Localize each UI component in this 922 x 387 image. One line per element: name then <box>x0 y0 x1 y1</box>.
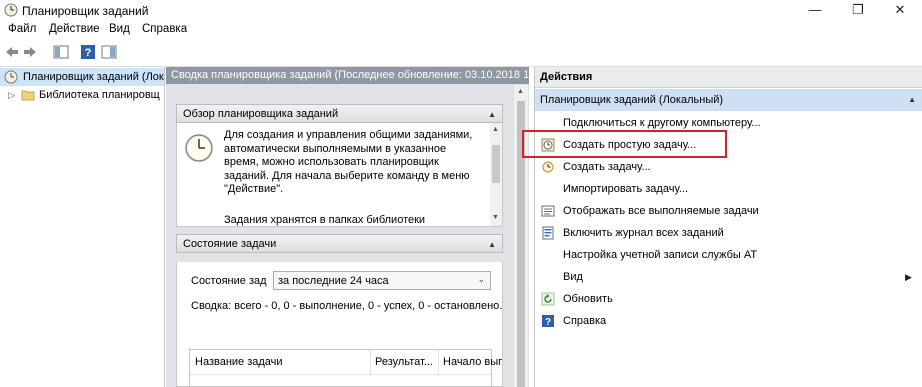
tree-item-label: Библиотека планировщ <box>39 89 160 101</box>
task-clock-icon <box>542 161 554 173</box>
task-status-section-header[interactable]: Состояние задачи ▲ <box>176 234 503 253</box>
restore-button[interactable]: ❐ <box>838 0 878 21</box>
action-at-service-account[interactable]: Настройка учетной записи службы AT <box>535 244 922 266</box>
running-tasks-icon <box>541 205 555 217</box>
action-label: Справка <box>563 315 607 327</box>
scroll-up-icon[interactable]: ▲ <box>492 126 499 133</box>
collapse-arrow-icon[interactable]: ▲ <box>488 105 496 124</box>
chevron-down-icon: ⌄ <box>477 274 485 284</box>
action-label: Включить журнал всех заданий <box>563 227 724 239</box>
scroll-up-icon[interactable]: ▲ <box>517 88 524 95</box>
section-title: Обзор планировщика заданий <box>183 108 339 120</box>
show-hide-tree-icon[interactable] <box>53 44 69 60</box>
overview-text-more: Задания хранятся в папках библиотеки <box>224 214 426 226</box>
menu-help[interactable]: Справка <box>142 23 187 35</box>
column-start-time[interactable]: Начало вып <box>443 356 502 368</box>
column-divider <box>370 350 371 374</box>
scrollbar-thumb[interactable] <box>492 145 500 183</box>
period-dropdown-value: за последние 24 часа <box>278 275 389 287</box>
collapse-arrow-icon[interactable]: ▲ <box>908 89 916 111</box>
log-icon <box>542 226 554 240</box>
highlight-box <box>522 130 727 158</box>
menu-action[interactable]: Действие <box>49 23 100 35</box>
clock-icon <box>4 70 18 84</box>
action-show-running-tasks[interactable]: Отображать все выполняемые задачи <box>535 200 922 222</box>
menu-view[interactable]: Вид <box>109 23 130 35</box>
overview-section-header[interactable]: Обзор планировщика заданий ▲ <box>176 104 503 123</box>
action-label: Создать задачу... <box>563 161 651 173</box>
menu-file[interactable]: Файл <box>8 23 36 35</box>
table-header-row: Название задачи Результат... Начало вып <box>190 350 502 375</box>
tree-item-label: Планировщик заданий (Локаль <box>23 71 164 83</box>
overview-section-body: Для создания и управления общими задания… <box>176 123 503 227</box>
action-label: Настройка учетной записи службы AT <box>563 249 758 261</box>
summary-pane: Сводка планировщика заданий (Последнее о… <box>166 67 529 387</box>
column-divider <box>438 350 439 374</box>
action-help[interactable]: ? Справка <box>535 310 922 332</box>
collapse-arrow-icon[interactable]: ▲ <box>488 235 496 254</box>
help-icon: ? <box>542 315 554 328</box>
action-import-task[interactable]: Импортировать задачу... <box>535 178 922 200</box>
task-table: Название задачи Результат... Начало вып <box>189 349 502 386</box>
clock-icon <box>185 134 213 162</box>
help-toolbar-icon[interactable]: ? <box>80 44 96 60</box>
status-label: Состояние зад <box>191 275 267 287</box>
action-label: Вид <box>563 271 583 283</box>
close-button[interactable]: ✕ <box>880 0 920 21</box>
toolbar <box>0 40 922 67</box>
navigation-tree: Планировщик заданий (Локаль ▷ Библиотека… <box>0 67 165 387</box>
minimize-button[interactable]: — <box>795 0 835 21</box>
back-arrow-icon[interactable] <box>4 44 20 60</box>
action-label: Обновить <box>563 293 613 305</box>
action-label: Отображать все выполняемые задачи <box>563 205 759 217</box>
window-title: Планировщик заданий <box>22 4 149 18</box>
action-label: Импортировать задачу... <box>563 183 689 195</box>
actions-group-label: Планировщик заданий (Локальный) <box>540 94 724 106</box>
show-hide-actions-icon[interactable] <box>101 44 117 60</box>
task-status-section-body: Состояние зад за последние 24 часа ⌄ Сво… <box>176 262 503 387</box>
tree-item-task-scheduler-local[interactable]: Планировщик заданий (Локаль <box>0 68 164 86</box>
section-title: Состояние задачи <box>183 238 277 250</box>
column-task-name[interactable]: Название задачи <box>195 356 283 368</box>
actions-title: Действия <box>535 67 922 88</box>
folder-icon <box>21 90 35 101</box>
menu-bar <box>0 21 922 40</box>
refresh-icon <box>541 292 555 306</box>
action-enable-history[interactable]: Включить журнал всех заданий <box>535 222 922 244</box>
actions-pane: Действия Планировщик заданий (Локальный)… <box>534 67 922 387</box>
submenu-arrow-icon: ▶ <box>905 272 912 282</box>
scroll-down-icon[interactable]: ▼ <box>492 214 499 221</box>
overview-scrollbar[interactable]: ▲ ▼ <box>490 123 502 226</box>
expand-chevron-icon[interactable]: ▷ <box>8 86 15 104</box>
column-result[interactable]: Результат... <box>375 356 433 368</box>
actions-group-header[interactable]: Планировщик заданий (Локальный) ▲ <box>535 89 922 111</box>
task-scheduler-app-icon <box>4 3 18 17</box>
action-create-task[interactable]: Создать задачу... <box>535 156 922 178</box>
svg-text:?: ? <box>85 47 92 59</box>
svg-text:?: ? <box>545 317 551 328</box>
tree-item-library[interactable]: ▷ Библиотека планировщ <box>0 86 164 104</box>
overview-text: Для создания и управления общими задания… <box>224 129 473 195</box>
action-view[interactable]: Вид ▶ <box>535 266 922 288</box>
action-refresh[interactable]: Обновить <box>535 288 922 310</box>
period-dropdown[interactable]: за последние 24 часа ⌄ <box>273 271 491 290</box>
status-summary: Сводка: всего - 0, 0 - выполнение, 0 - у… <box>191 300 503 312</box>
summary-header: Сводка планировщика заданий (Последнее о… <box>166 67 529 84</box>
forward-arrow-icon[interactable] <box>22 44 38 60</box>
